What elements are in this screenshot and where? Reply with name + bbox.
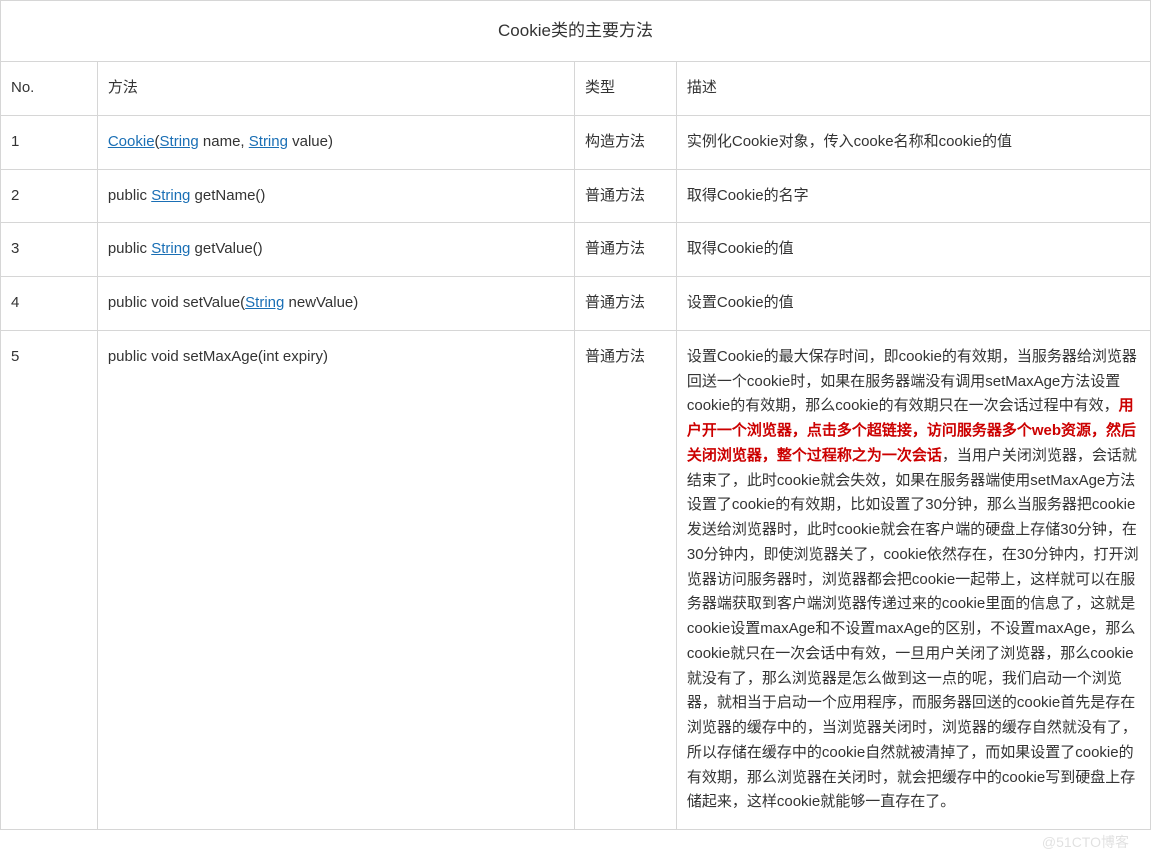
type-link[interactable]: String: [151, 187, 190, 204]
cell-no: 5: [1, 330, 98, 829]
cell-method: public void setValue(String newValue): [97, 277, 574, 331]
type-link[interactable]: String: [151, 240, 190, 257]
table-title: Cookie类的主要方法: [1, 1, 1151, 62]
table-title-row: Cookie类的主要方法: [1, 1, 1151, 62]
cell-type: 普通方法: [574, 169, 676, 223]
cell-method: public String getValue(): [97, 223, 574, 277]
cell-type: 普通方法: [574, 277, 676, 331]
cell-type: 构造方法: [574, 115, 676, 169]
cell-desc: 实例化Cookie对象，传入cooke名称和cookie的值: [676, 115, 1150, 169]
table-row: 3public String getValue()普通方法取得Cookie的值: [1, 223, 1151, 277]
cell-desc: 设置Cookie的值: [676, 277, 1150, 331]
header-type: 类型: [574, 62, 676, 116]
type-link[interactable]: String: [160, 133, 199, 150]
header-desc: 描述: [676, 62, 1150, 116]
table-body: 1Cookie(String name, String value)构造方法实例…: [1, 115, 1151, 829]
emphasis-text: 用户开一个浏览器，点击多个超链接，访问服务器多个web资源，然后关闭浏览器，整个…: [687, 397, 1136, 464]
cell-method: public void setMaxAge(int expiry): [97, 330, 574, 829]
cell-no: 3: [1, 223, 98, 277]
table-header-row: No. 方法 类型 描述: [1, 62, 1151, 116]
cell-desc: 取得Cookie的名字: [676, 169, 1150, 223]
table-row: 5public void setMaxAge(int expiry)普通方法设置…: [1, 330, 1151, 829]
table-row: 1Cookie(String name, String value)构造方法实例…: [1, 115, 1151, 169]
watermark-text: @51CTO博客: [1042, 832, 1129, 852]
cell-no: 2: [1, 169, 98, 223]
cell-no: 1: [1, 115, 98, 169]
cell-type: 普通方法: [574, 223, 676, 277]
cell-no: 4: [1, 277, 98, 331]
type-link[interactable]: String: [245, 294, 284, 311]
type-link[interactable]: Cookie: [108, 133, 155, 150]
cell-desc: 设置Cookie的最大保存时间，即cookie的有效期，当服务器给浏览器回送一个…: [676, 330, 1150, 829]
cookie-methods-table: Cookie类的主要方法 No. 方法 类型 描述 1Cookie(String…: [0, 0, 1151, 830]
table-row: 2public String getName()普通方法取得Cookie的名字: [1, 169, 1151, 223]
type-link[interactable]: String: [249, 133, 288, 150]
header-no: No.: [1, 62, 98, 116]
cell-desc: 取得Cookie的值: [676, 223, 1150, 277]
cell-type: 普通方法: [574, 330, 676, 829]
table-row: 4public void setValue(String newValue)普通…: [1, 277, 1151, 331]
header-method: 方法: [97, 62, 574, 116]
cell-method: public String getName(): [97, 169, 574, 223]
cell-method: Cookie(String name, String value): [97, 115, 574, 169]
